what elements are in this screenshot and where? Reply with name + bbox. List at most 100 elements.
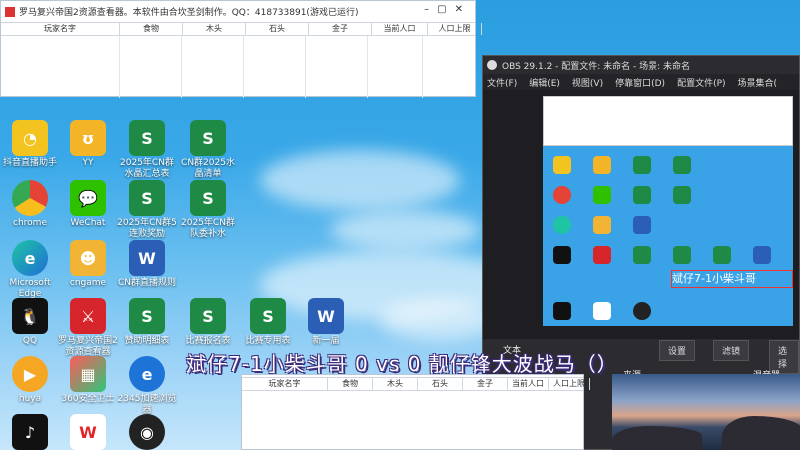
tiktok-icon: ♪	[12, 414, 48, 450]
security-icon[interactable]: ▦ 360安全卫士	[58, 356, 118, 405]
menu-item[interactable]: 文件(F)	[487, 76, 517, 89]
column-header[interactable]: 食物	[120, 23, 183, 35]
preview-icon	[673, 156, 691, 174]
settings-button[interactable]: 设置	[659, 340, 696, 361]
douyin-live-icon[interactable]: ◔ 抖音直播助手	[0, 120, 60, 169]
excel-doc-icon: S	[190, 120, 226, 156]
word-doc-icon: W	[308, 298, 344, 334]
ie-icon[interactable]: e 2345加速浏览器	[117, 356, 177, 416]
preview-icon	[593, 216, 611, 234]
column-header[interactable]: 人口上限	[549, 378, 590, 390]
obs-preview[interactable]: 斌仔7-1小柴斗哥	[543, 96, 793, 326]
preview-icon	[593, 186, 611, 204]
preview-icon	[633, 246, 651, 264]
column-header[interactable]: 金子	[463, 378, 508, 390]
menu-item[interactable]: 编辑(E)	[529, 76, 560, 89]
excel-doc-icon[interactable]: S 2025年CN群水晶汇总表	[117, 120, 177, 180]
icon-label: 比赛专用表	[245, 336, 291, 346]
qq-icon[interactable]: 🐧 QQ	[0, 298, 60, 347]
excel-doc-icon: S	[129, 298, 165, 334]
resource-viewer-window[interactable]: 罗马复兴帝国2资源查看器。本软件由合坎圣剑制作。QQ：418733891(游戏已…	[0, 0, 482, 98]
icon-label: QQ	[22, 336, 38, 346]
excel-doc-icon[interactable]: S CN群2025水晶清单	[178, 120, 238, 180]
obs-titlebar[interactable]: OBS 29.1.2 - 配置文件: 未命名 - 场景: 未命名	[483, 56, 799, 74]
icon-label: 2025年CN群水晶汇总表	[120, 158, 174, 179]
preview-icon	[673, 246, 691, 264]
excel-doc-icon[interactable]: S 比赛专用表	[238, 298, 298, 347]
icon-label: 2025年CN群队委补水	[181, 218, 235, 239]
cngame-icon[interactable]: ☻ cngame	[58, 240, 118, 289]
resource-grid-window[interactable]: 玩家名字 食物 木头 石头 金子 当前人口 人口上限	[241, 374, 590, 450]
landscape-image	[612, 374, 800, 450]
preview-icon	[633, 216, 651, 234]
column-header[interactable]: 木头	[183, 23, 246, 35]
obs-icon: ◉	[129, 414, 165, 450]
column-header[interactable]: 当前人口	[372, 23, 428, 35]
menu-item[interactable]: 停靠窗口(D)	[615, 76, 665, 89]
huya-icon: ▶	[12, 356, 48, 392]
preview-icon	[673, 186, 691, 204]
resource-viewer-icon[interactable]: ⚔ 罗马复兴帝国2资源查看器	[58, 298, 118, 358]
column-header[interactable]: 石头	[418, 378, 463, 390]
icon-label: 赞助明细表	[124, 336, 170, 346]
excel-doc-icon: S	[129, 120, 165, 156]
excel-doc-icon[interactable]: S 赞助明细表	[117, 298, 177, 347]
preview-icon	[593, 302, 611, 320]
wechat-icon[interactable]: 💬 WeChat	[58, 180, 118, 229]
excel-doc-icon: S	[129, 180, 165, 216]
word-doc-icon[interactable]: W 新一届	[296, 298, 356, 347]
column-header[interactable]: 食物	[328, 378, 373, 390]
preview-icon	[553, 246, 571, 264]
window-titlebar[interactable]: 罗马复兴帝国2资源查看器。本软件由合坎圣剑制作。QQ：418733891(游戏已…	[1, 1, 475, 22]
icon-label: Microsoft Edge	[9, 278, 51, 299]
column-header[interactable]: 人口上限	[428, 23, 482, 35]
icon-label: 罗马复兴帝国2资源查看器	[58, 336, 118, 357]
yy-icon[interactable]: ʊ YY	[58, 120, 118, 169]
tiktok-icon[interactable]: ♪	[0, 414, 60, 450]
cloud	[330, 210, 480, 250]
grid-header: 玩家名字 食物 木头 石头 金子 当前人口 人口上限	[242, 377, 590, 391]
word-doc-icon[interactable]: W CN群直播规则	[117, 240, 177, 289]
window-controls[interactable]: –▢✕	[424, 4, 471, 15]
obs-icon[interactable]: ◉	[117, 414, 177, 450]
stream-overlay-text: 斌仔7-1小柴斗哥 0 vs 0 靓仔锋大波战马（）	[186, 352, 618, 376]
icon-label: 2025年CN群5连败奖励	[117, 218, 177, 239]
preview-text-source[interactable]: 斌仔7-1小柴斗哥	[671, 270, 793, 288]
cloud	[260, 150, 460, 210]
preview-icon	[553, 156, 571, 174]
wps-icon: W	[70, 414, 106, 450]
edge-icon[interactable]: e Microsoft Edge	[0, 240, 60, 300]
rock-shape	[722, 416, 800, 450]
column-header[interactable]: 当前人口	[508, 378, 549, 390]
icon-label: 新一届	[312, 336, 340, 346]
column-header[interactable]: 玩家名字	[242, 378, 328, 390]
window-title: 罗马复兴帝国2资源查看器。本软件由合坎圣剑制作。QQ：418733891(游戏已…	[19, 8, 359, 18]
column-header[interactable]: 石头	[246, 23, 309, 35]
column-header[interactable]: 木头	[373, 378, 418, 390]
icon-label: WeChat	[70, 218, 106, 228]
resource-viewer-icon: ⚔	[70, 298, 106, 334]
excel-doc-icon[interactable]: S 2025年CN群5连败奖励	[117, 180, 177, 240]
excel-doc-icon: S	[190, 180, 226, 216]
huya-icon[interactable]: ▶ huya	[0, 356, 60, 405]
column-header[interactable]: 玩家名字	[1, 23, 120, 35]
preview-icon	[633, 186, 651, 204]
qq-icon: 🐧	[12, 298, 48, 334]
grid-header: 玩家名字 食物 木头 石头 金子 当前人口 人口上限	[1, 22, 482, 36]
menu-item[interactable]: 场景集合(	[738, 76, 778, 89]
excel-doc-icon[interactable]: S 2025年CN群队委补水	[178, 180, 238, 240]
obs-title: OBS 29.1.2 - 配置文件: 未命名 - 场景: 未命名	[502, 61, 691, 72]
excel-doc-icon[interactable]: S 比赛报名表	[178, 298, 238, 347]
menu-item[interactable]: 配置文件(P)	[677, 76, 725, 89]
preview-icon	[553, 302, 571, 320]
grid-body[interactable]	[1, 36, 475, 98]
filters-button[interactable]: 滤镜	[713, 340, 750, 361]
chrome-icon[interactable]: chrome	[0, 180, 60, 229]
preview-icon	[593, 246, 611, 264]
wps-icon[interactable]: W	[58, 414, 118, 450]
column-header[interactable]: 金子	[309, 23, 372, 35]
ie-icon: e	[129, 356, 165, 392]
menu-item[interactable]: 视图(V)	[572, 76, 603, 89]
icon-label: CN群直播规则	[117, 278, 177, 288]
obs-menubar: 文件(F) 编辑(E) 视图(V) 停靠窗口(D) 配置文件(P) 场景集合(	[483, 74, 799, 90]
